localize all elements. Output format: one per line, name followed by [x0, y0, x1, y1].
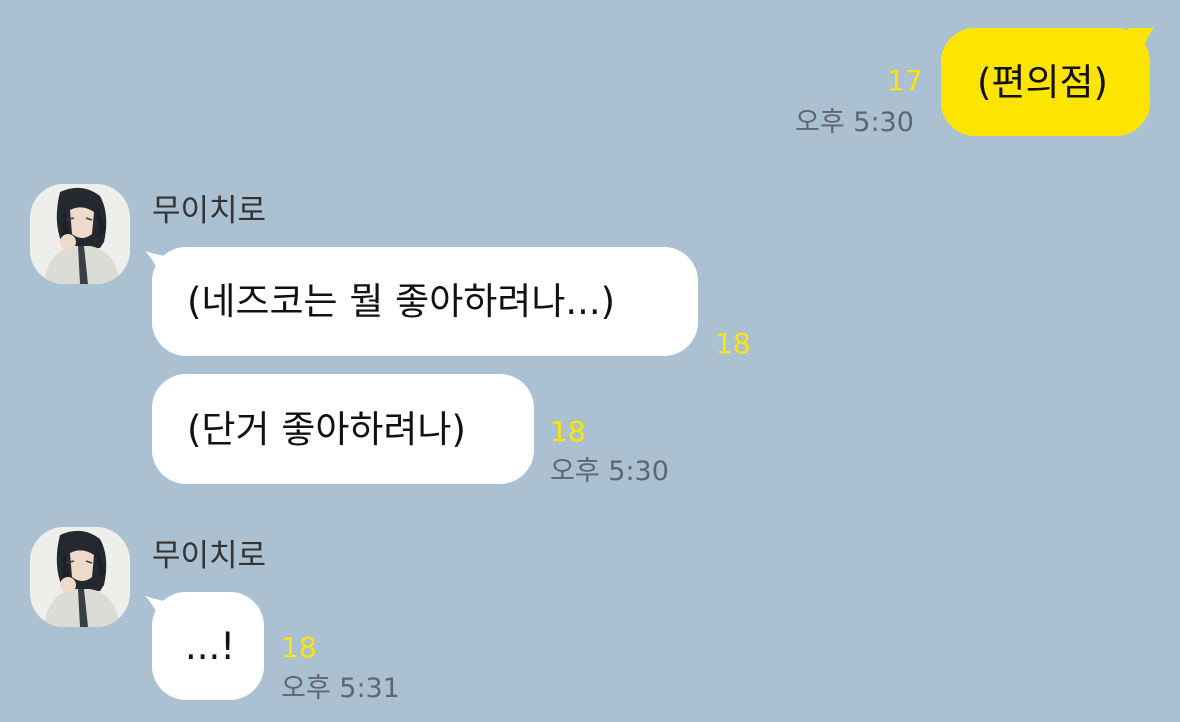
outgoing-message-bubble[interactable]: (편의점) [941, 28, 1150, 136]
unread-count: 17 [887, 64, 923, 97]
unread-count: 18 [715, 327, 751, 360]
message-text: (네즈코는 뭘 좋아하려나...) [187, 280, 616, 323]
incoming-message-bubble[interactable]: (네즈코는 뭘 좋아하려나...) [152, 247, 698, 356]
message-time: 오후 5:30 [550, 456, 669, 487]
message-text: (단거 좋아하려나) [187, 407, 466, 451]
profile-avatar[interactable] [30, 184, 130, 284]
message-text: (편의점) [977, 60, 1108, 104]
message-time: 오후 5:30 [795, 107, 914, 138]
message-time: 오후 5:31 [281, 673, 400, 704]
chat-room: (편의점) 17 오후 5:30 무이치로 (네즈코는 뭘 좋아하려나...) … [0, 0, 1180, 722]
message-text: ...! [185, 624, 236, 668]
incoming-bubble-tail [145, 251, 171, 275]
outgoing-bubble-tail [1128, 28, 1154, 52]
unread-count: 18 [550, 415, 586, 448]
incoming-message-bubble[interactable]: (단거 좋아하려나) [152, 374, 534, 484]
unread-count: 18 [281, 631, 317, 664]
profile-avatar-icon [30, 184, 130, 284]
sender-name: 무이치로 [152, 193, 267, 229]
sender-name: 무이치로 [152, 538, 267, 574]
incoming-bubble-tail [145, 596, 171, 620]
profile-avatar-icon [30, 527, 130, 627]
profile-avatar[interactable] [30, 527, 130, 627]
